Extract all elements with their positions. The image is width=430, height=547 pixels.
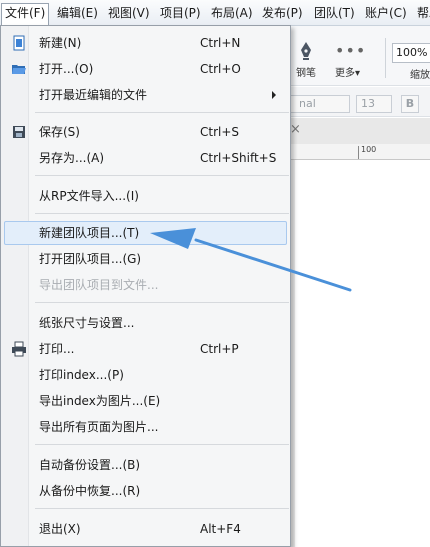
menu-item-label: 新建团队项目...(T) bbox=[39, 226, 140, 240]
menu-item-shortcut: Alt+F4 bbox=[200, 522, 241, 536]
menu-separator bbox=[35, 213, 289, 214]
menu-edit[interactable]: 编辑(E) bbox=[54, 3, 101, 23]
file-menu-dropdown: 新建(N) Ctrl+N 打开...(O) Ctrl+O 打开最近编辑的文件 保… bbox=[0, 25, 291, 547]
menu-item-label: 打开...(O) bbox=[39, 62, 94, 76]
menu-item-label: 打开团队项目...(G) bbox=[39, 252, 142, 266]
menu-item-exit[interactable]: 退出(X) Alt+F4 bbox=[4, 517, 287, 541]
menu-project[interactable]: 项目(P) bbox=[157, 3, 204, 23]
menu-item-label: 打印... bbox=[39, 342, 75, 356]
printer-icon bbox=[11, 341, 27, 357]
font-family-select[interactable]: nal bbox=[282, 95, 350, 113]
menu-item-shortcut: Ctrl+P bbox=[200, 342, 239, 356]
menu-item-label: 自动备份设置...(B) bbox=[39, 458, 141, 472]
design-canvas[interactable] bbox=[291, 160, 430, 547]
menu-separator bbox=[35, 444, 289, 445]
menu-view[interactable]: 视图(V) bbox=[105, 3, 153, 23]
canvas-tab-strip bbox=[291, 118, 430, 144]
pen-tool-label[interactable]: 钢笔 bbox=[296, 64, 316, 79]
menu-item-label: 导出所有页面为图片... bbox=[39, 420, 159, 434]
menu-item-label: 打开最近编辑的文件 bbox=[39, 88, 148, 102]
menu-separator bbox=[35, 112, 289, 113]
more-icon[interactable]: ••• bbox=[335, 41, 366, 60]
menu-item-label: 导出团队项目到文件... bbox=[39, 278, 159, 292]
menu-item-export-team-project: 导出团队项目到文件... bbox=[4, 273, 287, 297]
menu-item-save-as[interactable]: 另存为...(A) Ctrl+Shift+S bbox=[4, 146, 287, 170]
menu-item-open-team-project[interactable]: 打开团队项目...(G) bbox=[4, 247, 287, 271]
submenu-arrow-icon bbox=[272, 91, 276, 99]
menu-item-label: 新建(N) bbox=[39, 36, 82, 50]
pen-icon[interactable] bbox=[297, 41, 315, 61]
toolbar-divider bbox=[385, 38, 386, 78]
menu-item-new[interactable]: 新建(N) Ctrl+N bbox=[4, 31, 287, 55]
menu-item-shortcut: Ctrl+Shift+S bbox=[200, 151, 277, 165]
menu-item-recent-files[interactable]: 打开最近编辑的文件 bbox=[4, 83, 287, 107]
menu-item-page-setup[interactable]: 纸张尺寸与设置... bbox=[4, 311, 287, 335]
menu-help[interactable]: 帮助 bbox=[414, 3, 430, 23]
menu-separator bbox=[35, 508, 289, 509]
menu-item-open[interactable]: 打开...(O) Ctrl+O bbox=[4, 57, 287, 81]
ruler-tick bbox=[358, 146, 359, 159]
menu-item-save[interactable]: 保存(S) Ctrl+S bbox=[4, 120, 287, 144]
menu-team[interactable]: 团队(T) bbox=[311, 3, 358, 23]
menu-account[interactable]: 账户(C) bbox=[362, 3, 410, 23]
menu-item-label: 保存(S) bbox=[39, 125, 80, 139]
font-size-select[interactable]: 13 bbox=[356, 95, 392, 113]
menu-item-label: 退出(X) bbox=[39, 522, 81, 536]
close-tab-icon[interactable]: × bbox=[290, 122, 301, 137]
menu-separator bbox=[35, 175, 289, 176]
menu-item-auto-backup[interactable]: 自动备份设置...(B) bbox=[4, 453, 287, 477]
menu-item-print[interactable]: 打印... Ctrl+P bbox=[4, 337, 287, 361]
menu-separator bbox=[35, 302, 289, 303]
menu-bar: 文件(F) 编辑(E) 视图(V) 项目(P) 布局(A) 发布(P) 团队(T… bbox=[0, 0, 430, 26]
menu-item-label: 打印index...(P) bbox=[39, 368, 124, 382]
vertical-ruler bbox=[291, 160, 295, 547]
menu-publish[interactable]: 发布(P) bbox=[259, 3, 306, 23]
ruler-mark: 100 bbox=[361, 145, 377, 154]
menu-item-shortcut: Ctrl+S bbox=[200, 125, 240, 139]
menu-item-restore-backup[interactable]: 从备份中恢复...(R) bbox=[4, 479, 287, 503]
zoom-input[interactable]: 100% bbox=[392, 43, 430, 63]
menu-item-label: 另存为...(A) bbox=[39, 151, 105, 165]
menu-item-shortcut: Ctrl+N bbox=[200, 36, 241, 50]
menu-item-shortcut: Ctrl+O bbox=[200, 62, 241, 76]
menu-layout[interactable]: 布局(A) bbox=[208, 3, 256, 23]
open-folder-icon bbox=[11, 61, 27, 77]
zoom-label: 缩放 bbox=[410, 70, 430, 81]
menu-item-label: 从备份中恢复...(R) bbox=[39, 484, 141, 498]
menu-item-new-team-project[interactable]: 新建团队项目...(T) bbox=[4, 221, 287, 245]
menu-item-label: 从RP文件导入...(I) bbox=[39, 189, 139, 203]
menu-item-export-index-image[interactable]: 导出index为图片...(E) bbox=[4, 389, 287, 413]
menu-item-print-index[interactable]: 打印index...(P) bbox=[4, 363, 287, 387]
menu-item-import-rp[interactable]: 从RP文件导入...(I) bbox=[4, 184, 287, 208]
menu-file[interactable]: 文件(F) bbox=[1, 3, 50, 26]
menu-item-export-all-images[interactable]: 导出所有页面为图片... bbox=[4, 415, 287, 439]
more-tools-label[interactable]: 更多▾ bbox=[335, 64, 360, 79]
new-file-icon bbox=[11, 35, 27, 51]
menu-item-label: 纸张尺寸与设置... bbox=[39, 316, 135, 330]
save-disk-icon bbox=[11, 124, 27, 140]
bold-button[interactable]: B bbox=[401, 95, 419, 113]
menu-item-label: 导出index为图片...(E) bbox=[39, 394, 161, 408]
